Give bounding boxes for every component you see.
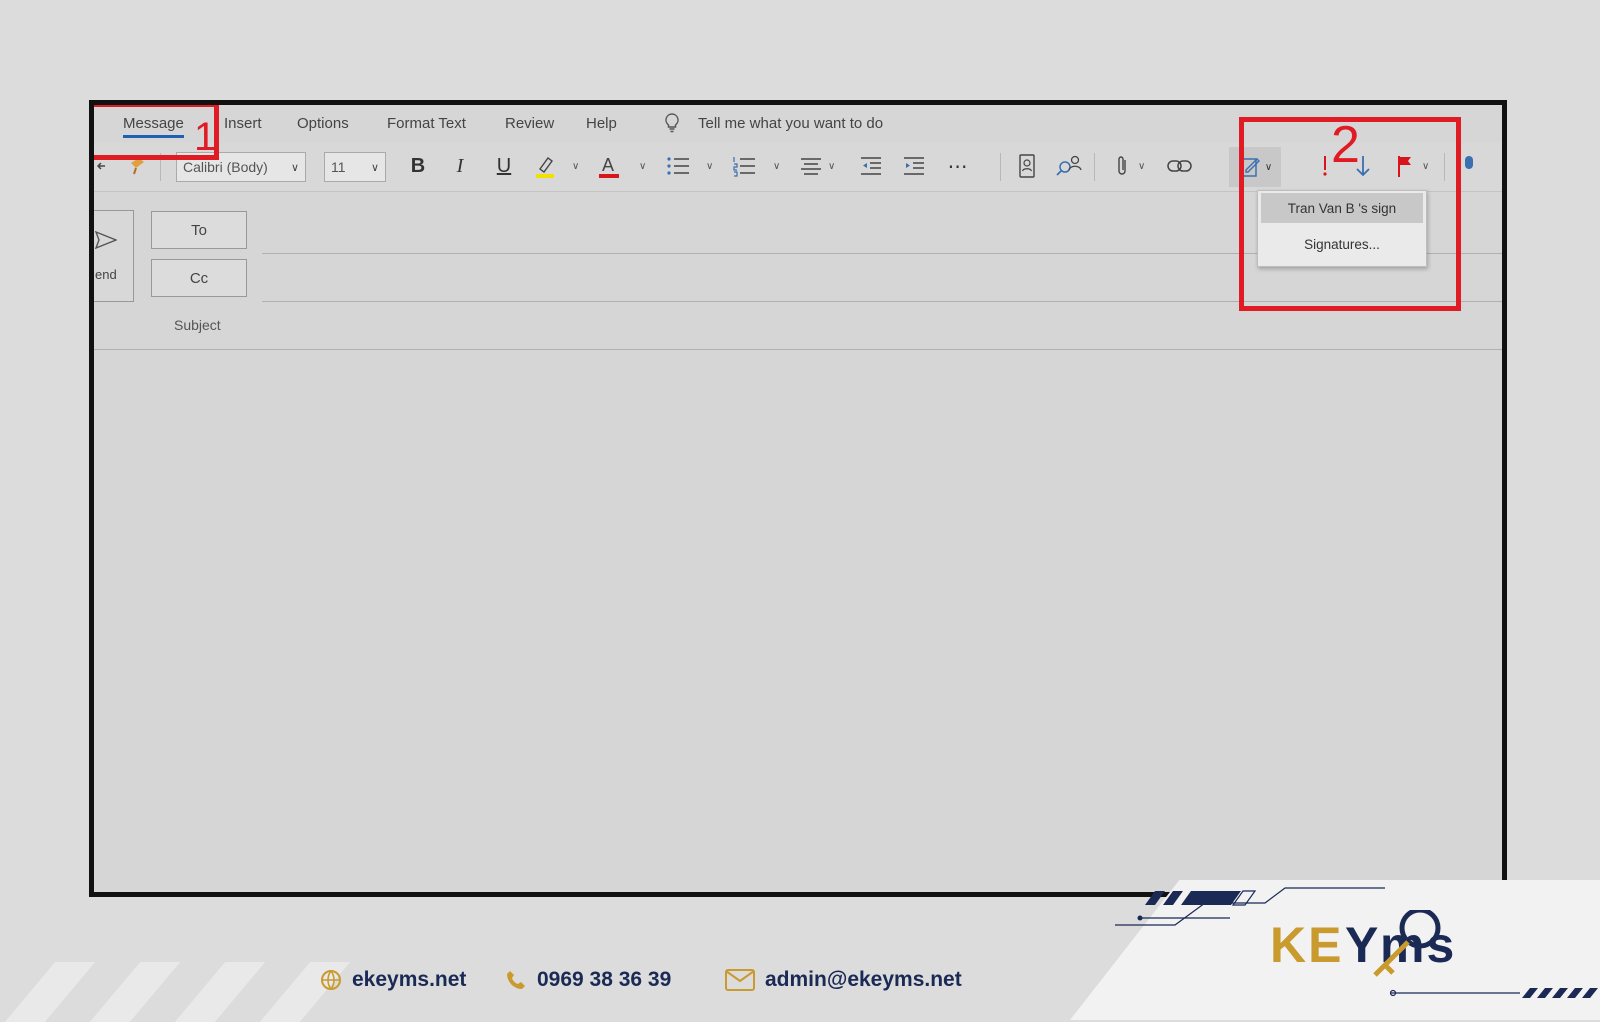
svg-text:A: A: [602, 155, 614, 175]
svg-text:KE: KE: [1270, 917, 1343, 973]
send-icon: [95, 231, 117, 249]
footer-email[interactable]: admin@ekeyms.net: [725, 968, 962, 992]
annotation-number-1: 1: [194, 115, 217, 159]
compose-window: Message Insert Options Format Text Revie…: [89, 100, 1507, 897]
globe-icon: [321, 970, 341, 990]
font-name-value: Calibri (Body): [183, 159, 268, 175]
decor-stripe: [89, 962, 181, 1022]
highlight-icon[interactable]: [530, 151, 560, 181]
font-size-value: 11: [331, 159, 346, 175]
bottom-decoration: [1390, 988, 1598, 998]
mail-icon: [725, 969, 755, 991]
footer-website[interactable]: ekeyms.net: [320, 968, 466, 992]
tab-help[interactable]: Help: [586, 115, 617, 132]
tab-options[interactable]: Options: [297, 115, 349, 132]
email-text: admin@ekeyms.net: [765, 968, 962, 991]
font-color-icon[interactable]: A: [594, 151, 624, 181]
send-label: end: [95, 267, 117, 282]
bullets-icon[interactable]: [664, 151, 692, 181]
address-book-icon[interactable]: [1014, 151, 1040, 181]
decor-stripe: [4, 962, 96, 1022]
italic-icon[interactable]: I: [446, 151, 474, 181]
tab-review[interactable]: Review: [505, 115, 554, 132]
footer-phone[interactable]: 0969 38 36 39: [505, 968, 671, 992]
send-button[interactable]: end: [94, 210, 134, 302]
font-size-select[interactable]: 11 ∨: [324, 152, 386, 182]
phone-text: 0969 38 36 39: [537, 968, 672, 991]
check-names-icon[interactable]: [1054, 151, 1084, 181]
increase-indent-icon[interactable]: [900, 151, 928, 181]
annotation-number-2: 2: [1331, 116, 1360, 174]
align-icon[interactable]: [797, 151, 825, 181]
cc-button[interactable]: Cc: [151, 259, 247, 297]
subject-label: Subject: [174, 317, 221, 333]
phone-icon: [507, 971, 525, 989]
decor-stripe: [174, 962, 266, 1022]
website-text: ekeyms.net: [352, 968, 467, 991]
lightbulb-icon: [664, 113, 680, 137]
subject-input[interactable]: [94, 349, 1502, 350]
message-body[interactable]: [94, 351, 1502, 892]
dictate-icon[interactable]: [1459, 151, 1479, 181]
numbering-icon[interactable]: [730, 151, 758, 181]
to-button[interactable]: To: [151, 211, 247, 249]
underline-icon[interactable]: U: [490, 151, 518, 181]
svg-text:Y: Y: [1345, 917, 1380, 973]
bold-icon[interactable]: B: [404, 151, 432, 181]
more-icon[interactable]: ⋯: [944, 151, 972, 181]
tab-insert[interactable]: Insert: [224, 115, 262, 132]
attach-icon[interactable]: [1110, 151, 1134, 181]
decrease-indent-icon[interactable]: [857, 151, 885, 181]
tell-me-search[interactable]: Tell me what you want to do: [698, 115, 883, 132]
link-icon[interactable]: [1166, 151, 1194, 181]
tab-format-text[interactable]: Format Text: [387, 115, 466, 132]
